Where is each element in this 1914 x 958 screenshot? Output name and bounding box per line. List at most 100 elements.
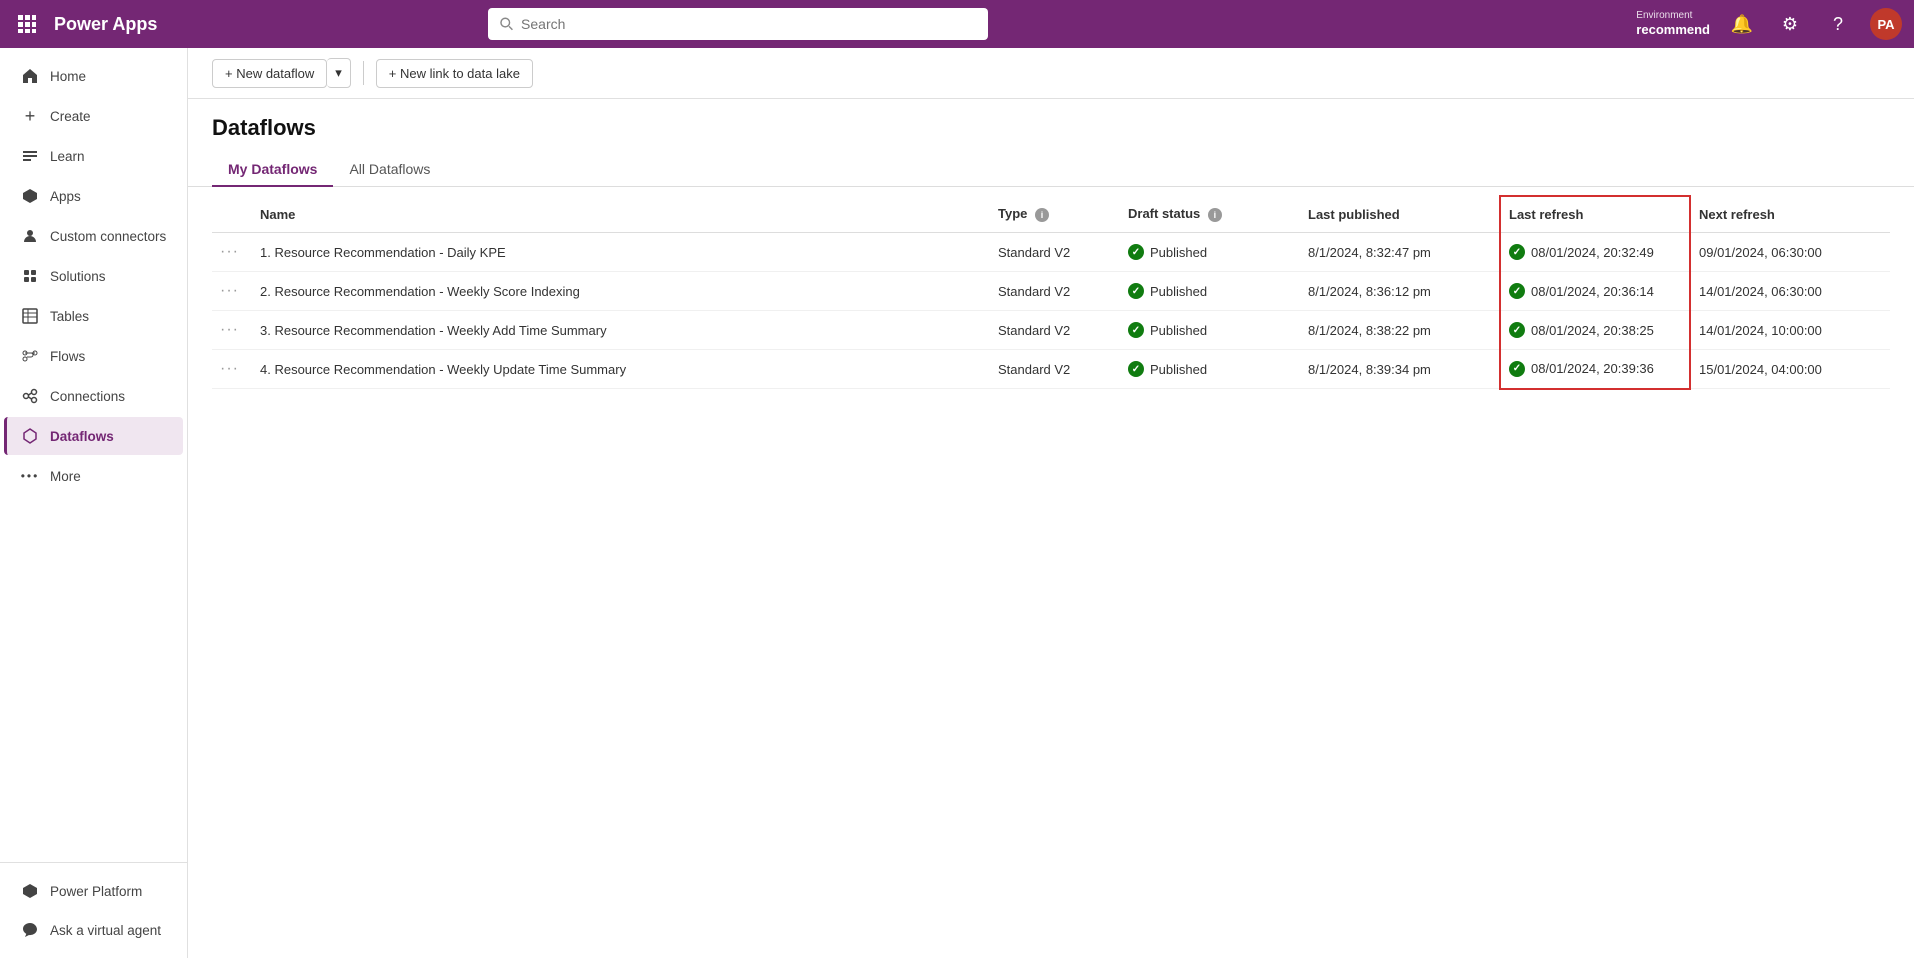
sidebar-item-learn[interactable]: Learn xyxy=(4,137,183,175)
settings-button[interactable]: ⚙ xyxy=(1774,8,1806,40)
tabs-bar: My Dataflows All Dataflows xyxy=(188,141,1914,187)
table-row: ··· 1. Resource Recommendation - Daily K… xyxy=(212,233,1890,272)
dropdown-button[interactable]: ▾ xyxy=(327,58,351,88)
environment-label: Environment xyxy=(1636,9,1692,22)
sidebar-item-dataflows-label: Dataflows xyxy=(50,429,114,444)
draft-status-info-icon[interactable]: i xyxy=(1208,208,1222,222)
row-next-refresh: 14/01/2024, 06:30:00 xyxy=(1690,272,1890,311)
row-name: 2. Resource Recommendation - Weekly Scor… xyxy=(252,272,990,311)
app-title: Power Apps xyxy=(54,14,157,35)
environment-name: recommend xyxy=(1636,22,1710,39)
sidebar-item-more[interactable]: ••• More xyxy=(4,457,183,495)
sidebar-item-apps-label: Apps xyxy=(50,189,81,204)
notifications-button[interactable]: 🔔 xyxy=(1726,8,1758,40)
more-icon: ••• xyxy=(20,466,40,486)
sidebar-item-home-label: Home xyxy=(50,69,86,84)
refresh-status-dot xyxy=(1509,322,1525,338)
row-last-refresh: 08/01/2024, 20:39:36 xyxy=(1500,350,1690,389)
sidebar-item-home[interactable]: Home xyxy=(4,57,183,95)
col-header-last-refresh: Last refresh xyxy=(1500,196,1690,233)
sidebar-item-custom-connectors[interactable]: Custom connectors xyxy=(4,217,183,255)
row-draft-status: Published xyxy=(1120,350,1300,389)
search-input[interactable] xyxy=(521,16,976,32)
row-name: 4. Resource Recommendation - Weekly Upda… xyxy=(252,350,990,389)
search-bar[interactable] xyxy=(488,8,988,40)
row-next-refresh: 15/01/2024, 04:00:00 xyxy=(1690,350,1890,389)
sidebar-item-solutions-label: Solutions xyxy=(50,269,106,284)
table-row: ··· 2. Resource Recommendation - Weekly … xyxy=(212,272,1890,311)
last-refresh-value: 08/01/2024, 20:32:49 xyxy=(1531,245,1654,260)
row-menu-cell[interactable]: ··· xyxy=(212,311,252,350)
sidebar-item-power-platform-label: Power Platform xyxy=(50,884,142,899)
power-platform-icon xyxy=(20,881,40,901)
row-context-menu[interactable]: ··· xyxy=(220,360,239,377)
ask-agent-icon xyxy=(20,920,40,940)
sidebar-item-power-platform[interactable]: Power Platform xyxy=(4,872,183,910)
row-draft-status: Published xyxy=(1120,311,1300,350)
col-header-name: Name xyxy=(252,196,990,233)
col-header-type: Type i xyxy=(990,196,1120,233)
sidebar-item-learn-label: Learn xyxy=(50,149,85,164)
row-context-menu[interactable]: ··· xyxy=(220,282,239,299)
last-refresh-value: 08/01/2024, 20:38:25 xyxy=(1531,323,1654,338)
help-button[interactable]: ? xyxy=(1822,8,1854,40)
draft-status-value: Published xyxy=(1150,362,1207,377)
row-last-refresh: 08/01/2024, 20:32:49 xyxy=(1500,233,1690,272)
row-context-menu[interactable]: ··· xyxy=(220,321,239,338)
tab-all-dataflows[interactable]: All Dataflows xyxy=(333,153,446,187)
row-last-published: 8/1/2024, 8:32:47 pm xyxy=(1300,233,1500,272)
row-next-refresh: 09/01/2024, 06:30:00 xyxy=(1690,233,1890,272)
flows-icon xyxy=(20,346,40,366)
refresh-status-dot xyxy=(1509,361,1525,377)
sidebar-item-connections[interactable]: Connections xyxy=(4,377,183,415)
sidebar-item-flows[interactable]: Flows xyxy=(4,337,183,375)
solutions-icon xyxy=(20,266,40,286)
sidebar-item-solutions[interactable]: Solutions xyxy=(4,257,183,295)
col-header-menu xyxy=(212,196,252,233)
sidebar-item-create[interactable]: + Create xyxy=(4,97,183,135)
sidebar-item-apps[interactable]: Apps xyxy=(4,177,183,215)
row-name: 1. Resource Recommendation - Daily KPE xyxy=(252,233,990,272)
user-avatar[interactable]: PA xyxy=(1870,8,1902,40)
row-menu-cell[interactable]: ··· xyxy=(212,272,252,311)
new-dataflow-button[interactable]: + New dataflow xyxy=(212,59,327,88)
row-context-menu[interactable]: ··· xyxy=(220,243,239,260)
new-link-button[interactable]: + New link to data lake xyxy=(376,59,533,88)
sidebar-item-connections-label: Connections xyxy=(50,389,125,404)
row-last-published: 8/1/2024, 8:36:12 pm xyxy=(1300,272,1500,311)
draft-status-value: Published xyxy=(1150,284,1207,299)
col-header-next-refresh: Next refresh xyxy=(1690,196,1890,233)
row-menu-cell[interactable]: ··· xyxy=(212,350,252,389)
tab-my-dataflows[interactable]: My Dataflows xyxy=(212,153,333,187)
status-dot xyxy=(1128,361,1144,377)
table-row: ··· 3. Resource Recommendation - Weekly … xyxy=(212,311,1890,350)
dataflows-icon xyxy=(20,426,40,446)
sidebar-item-ask-agent[interactable]: Ask a virtual agent xyxy=(4,911,183,949)
refresh-status-dot xyxy=(1509,283,1525,299)
type-info-icon[interactable]: i xyxy=(1035,208,1049,222)
page-title: Dataflows xyxy=(212,115,1890,141)
new-dataflow-label: + New dataflow xyxy=(225,66,314,81)
table-area: Name Type i Draft status i Last publishe… xyxy=(188,195,1914,390)
app-body: Home + Create Learn Apps Custom connecto… xyxy=(0,48,1914,958)
row-menu-cell[interactable]: ··· xyxy=(212,233,252,272)
sidebar-item-more-label: More xyxy=(50,469,81,484)
table-row: ··· 4. Resource Recommendation - Weekly … xyxy=(212,350,1890,389)
toolbar-divider xyxy=(363,61,364,85)
sidebar-item-dataflows[interactable]: Dataflows xyxy=(4,417,183,455)
sidebar-item-custom-connectors-label: Custom connectors xyxy=(50,229,166,244)
learn-icon xyxy=(20,146,40,166)
last-refresh-value: 08/01/2024, 20:39:36 xyxy=(1531,361,1654,376)
row-last-refresh: 08/01/2024, 20:36:14 xyxy=(1500,272,1690,311)
row-name: 3. Resource Recommendation - Weekly Add … xyxy=(252,311,990,350)
grid-menu-icon[interactable] xyxy=(12,9,42,39)
search-icon xyxy=(500,17,513,31)
row-type: Standard V2 xyxy=(990,350,1120,389)
row-next-refresh: 14/01/2024, 10:00:00 xyxy=(1690,311,1890,350)
sidebar-item-tables[interactable]: Tables xyxy=(4,297,183,335)
environment-selector[interactable]: Environment recommend xyxy=(1636,9,1710,39)
dataflows-table: Name Type i Draft status i Last publishe… xyxy=(212,195,1890,390)
col-header-draft-status: Draft status i xyxy=(1120,196,1300,233)
sidebar-item-create-label: Create xyxy=(50,109,91,124)
sidebar-item-flows-label: Flows xyxy=(50,349,85,364)
